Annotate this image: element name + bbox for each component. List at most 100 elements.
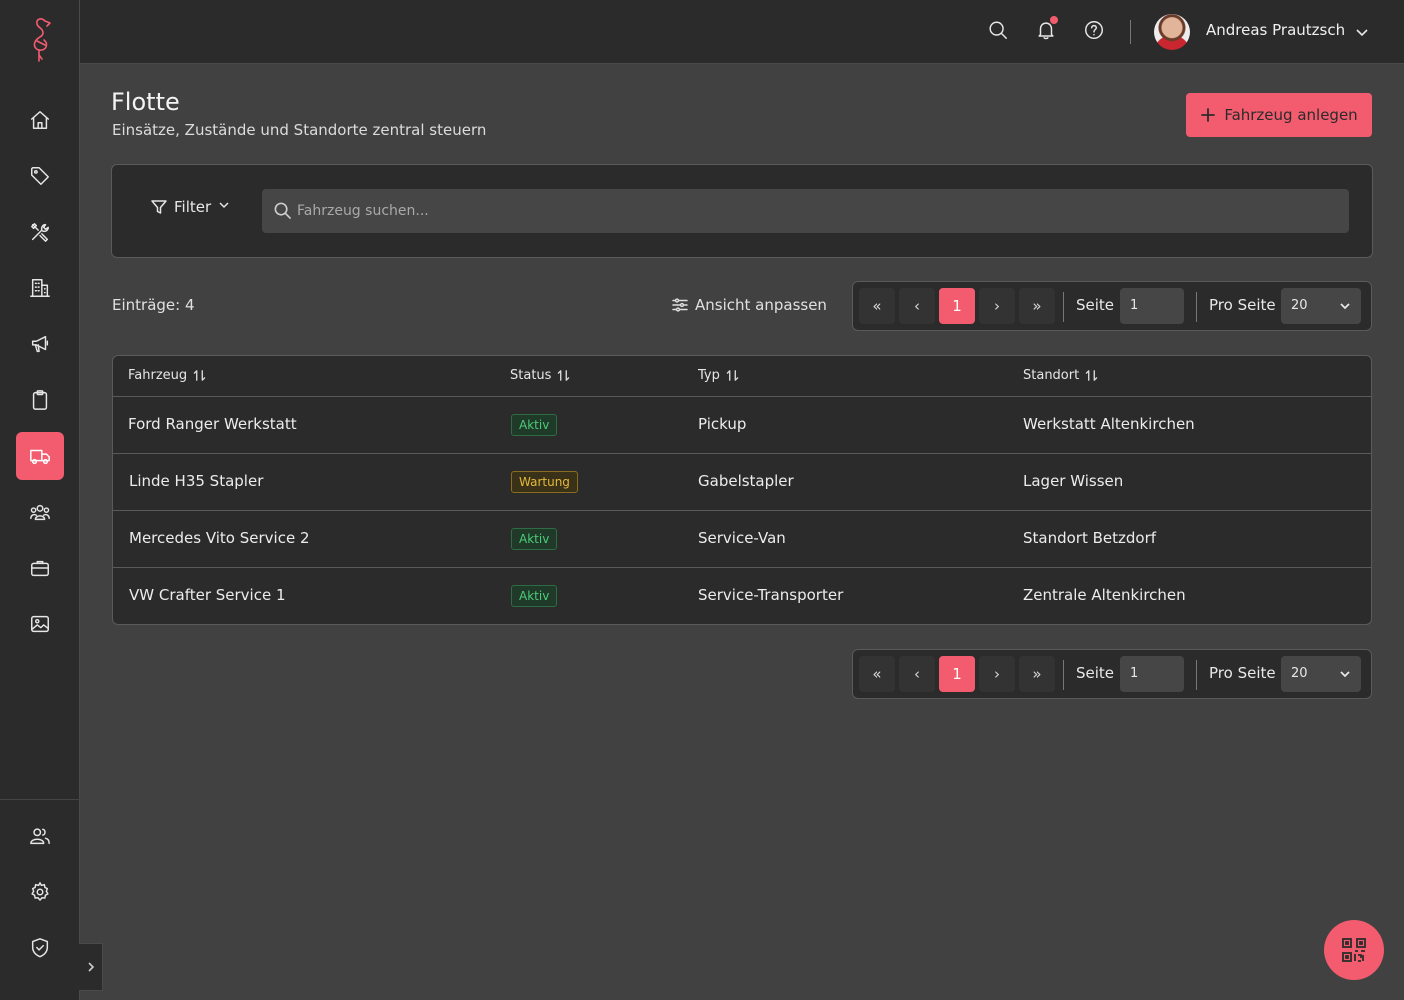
qr-code-icon bbox=[1342, 938, 1366, 962]
pagination-bottom: « ‹ 1 › » Seite 1 Pro Seite 20 bbox=[852, 649, 1372, 699]
pagination-divider bbox=[1196, 292, 1197, 322]
column-header-vehicle[interactable]: Fahrzeug bbox=[128, 368, 206, 383]
clipboard-icon bbox=[32, 390, 48, 410]
sidebar-item-users[interactable] bbox=[16, 812, 64, 860]
sidebar-collapse-toggle[interactable] bbox=[79, 943, 103, 991]
sidebar-item-security[interactable] bbox=[16, 924, 64, 972]
column-header-location[interactable]: Standort bbox=[1023, 368, 1098, 383]
flamingo-logo[interactable] bbox=[0, 0, 80, 80]
last-page-button[interactable]: » bbox=[1019, 288, 1055, 324]
next-page-button[interactable]: › bbox=[979, 656, 1015, 692]
column-header-type[interactable]: Typ bbox=[698, 368, 739, 383]
table-row[interactable]: VW Crafter Service 1 Aktiv Service-Trans… bbox=[113, 568, 1371, 624]
chevron-down-icon bbox=[217, 198, 231, 216]
home-icon bbox=[31, 111, 49, 129]
pagination-divider bbox=[1063, 660, 1064, 690]
last-page-button[interactable]: » bbox=[1019, 656, 1055, 692]
sidebar-divider bbox=[0, 799, 80, 800]
notification-bell-icon[interactable] bbox=[1034, 16, 1058, 42]
page-subtitle: Einsätze, Zustände und Standorte zentral… bbox=[112, 121, 487, 139]
table-row[interactable]: Mercedes Vito Service 2 Aktiv Service-Va… bbox=[113, 511, 1371, 568]
status-badge: Aktiv bbox=[511, 414, 558, 436]
filter-button[interactable]: Filter bbox=[150, 198, 231, 216]
per-page-select[interactable]: 20 bbox=[1281, 656, 1361, 692]
sidebar-item-home[interactable] bbox=[16, 96, 64, 144]
filter-label: Filter bbox=[174, 198, 212, 216]
tools-icon bbox=[31, 223, 49, 242]
megaphone-icon bbox=[31, 335, 49, 353]
prev-page-button[interactable]: ‹ bbox=[899, 656, 935, 692]
sidebar-item-teams[interactable] bbox=[16, 488, 64, 536]
topbar: Andreas Prautzsch bbox=[80, 0, 1404, 64]
truck-icon bbox=[30, 449, 50, 465]
help-icon[interactable] bbox=[1082, 18, 1106, 42]
qr-scan-button[interactable] bbox=[1324, 920, 1384, 980]
gear-icon bbox=[31, 882, 49, 901]
table-row[interactable]: Linde H35 Stapler Wartung Gabelstapler L… bbox=[113, 454, 1371, 511]
sort-icon bbox=[558, 370, 570, 381]
team-icon bbox=[30, 504, 50, 521]
per-page-select[interactable]: 20 bbox=[1281, 288, 1361, 324]
vehicle-type: Pickup bbox=[698, 415, 747, 433]
column-header-status[interactable]: Status bbox=[510, 368, 570, 383]
search-icon[interactable] bbox=[986, 18, 1010, 42]
shield-check-icon bbox=[31, 938, 49, 958]
customize-view-button[interactable]: Ansicht anpassen bbox=[672, 296, 827, 314]
sidebar bbox=[0, 0, 80, 1000]
per-page-label: Pro Seite bbox=[1209, 664, 1276, 682]
search-field[interactable] bbox=[262, 189, 1349, 233]
sidebar-item-tasks[interactable] bbox=[16, 376, 64, 424]
fleet-table: Fahrzeug Status Typ Standort Ford Ranger… bbox=[112, 355, 1372, 625]
column-header-label: Status bbox=[510, 368, 552, 383]
table-row[interactable]: Ford Ranger Werkstatt Aktiv Pickup Werks… bbox=[113, 397, 1371, 454]
building-icon bbox=[30, 279, 50, 297]
per-page-value: 20 bbox=[1291, 298, 1308, 313]
add-vehicle-button[interactable]: Fahrzeug anlegen bbox=[1186, 93, 1372, 137]
sidebar-item-fleet[interactable] bbox=[16, 432, 64, 480]
table-header: Fahrzeug Status Typ Standort bbox=[113, 356, 1371, 397]
page-input[interactable]: 1 bbox=[1120, 288, 1184, 324]
first-page-button[interactable]: « bbox=[859, 288, 895, 324]
sidebar-item-tools[interactable] bbox=[16, 208, 64, 256]
sidebar-item-settings[interactable] bbox=[16, 868, 64, 916]
customize-view-label: Ansicht anpassen bbox=[695, 296, 827, 314]
sort-icon bbox=[726, 370, 739, 381]
page-label: Seite bbox=[1076, 664, 1115, 682]
vehicle-location: Zentrale Altenkirchen bbox=[1023, 586, 1186, 604]
prev-page-button[interactable]: ‹ bbox=[899, 288, 935, 324]
sidebar-item-campaigns[interactable] bbox=[16, 320, 64, 368]
sort-icon bbox=[1085, 370, 1098, 381]
vehicle-location: Standort Betzdorf bbox=[1023, 529, 1157, 547]
add-vehicle-label: Fahrzeug anlegen bbox=[1224, 106, 1358, 124]
sliders-icon bbox=[672, 298, 688, 312]
vehicle-name: Ford Ranger Werkstatt bbox=[128, 415, 297, 433]
column-header-label: Standort bbox=[1023, 368, 1080, 383]
pagination-divider bbox=[1196, 660, 1197, 690]
avatar[interactable] bbox=[1154, 14, 1190, 50]
current-page-button[interactable]: 1 bbox=[939, 656, 975, 692]
sidebar-item-jobs[interactable] bbox=[16, 544, 64, 592]
per-page-label: Pro Seite bbox=[1209, 296, 1276, 314]
sidebar-item-tags[interactable] bbox=[16, 152, 64, 200]
status-badge: Wartung bbox=[511, 471, 578, 493]
chevron-down-icon[interactable] bbox=[1354, 24, 1370, 40]
per-page-value: 20 bbox=[1291, 666, 1308, 681]
next-page-button[interactable]: › bbox=[979, 288, 1015, 324]
sidebar-item-media[interactable] bbox=[16, 600, 64, 648]
image-icon bbox=[31, 615, 49, 633]
current-page-button[interactable]: 1 bbox=[939, 288, 975, 324]
filter-panel: Filter bbox=[111, 164, 1373, 258]
sidebar-item-buildings[interactable] bbox=[16, 264, 64, 312]
plus-icon bbox=[1201, 108, 1216, 122]
search-input[interactable] bbox=[297, 189, 1337, 233]
chevron-down-icon bbox=[1340, 671, 1350, 678]
user-name[interactable]: Andreas Prautzsch bbox=[1206, 21, 1345, 39]
pagination-divider bbox=[1063, 292, 1064, 322]
search-icon bbox=[274, 202, 291, 219]
vehicle-type: Gabelstapler bbox=[698, 472, 794, 490]
first-page-button[interactable]: « bbox=[859, 656, 895, 692]
vehicle-location: Lager Wissen bbox=[1023, 472, 1124, 490]
page-input[interactable]: 1 bbox=[1120, 656, 1184, 692]
vehicle-location: Werkstatt Altenkirchen bbox=[1023, 415, 1195, 433]
entries-count: Einträge: 4 bbox=[112, 296, 195, 314]
